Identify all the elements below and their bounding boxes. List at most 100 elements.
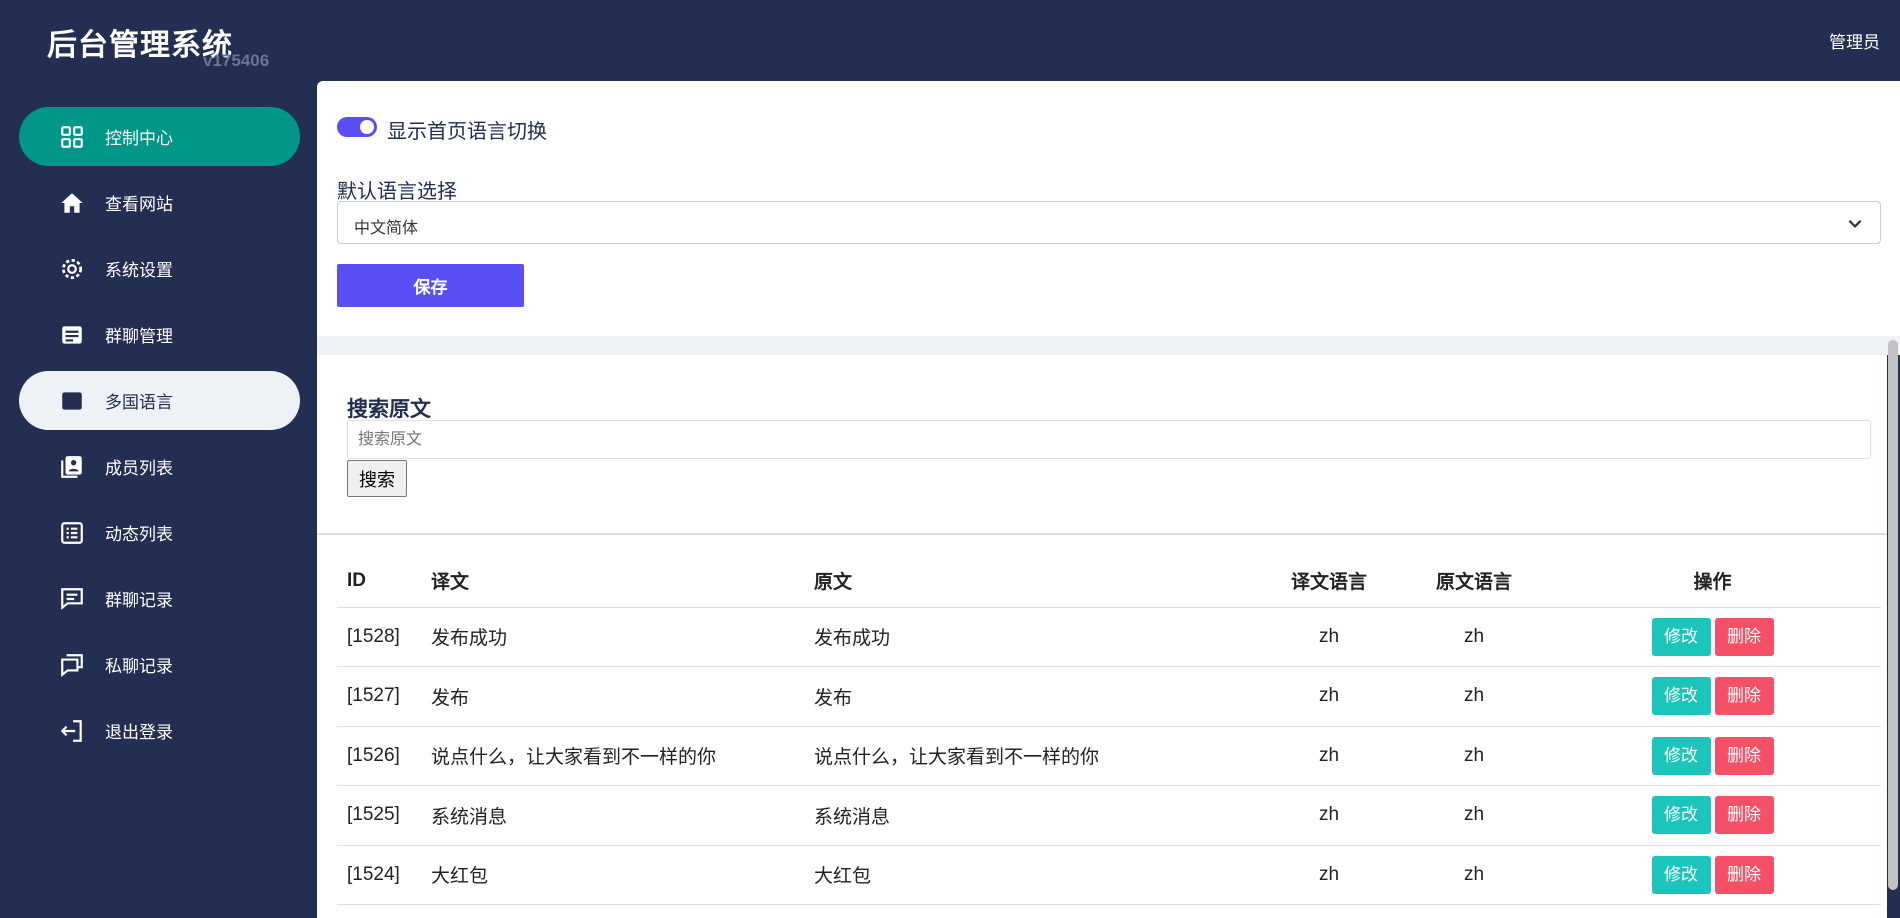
chats-icon [61, 653, 83, 677]
table-row: [1526] 说点什么，让大家看到不一样的你 说点什么，让大家看到不一样的你 zh zh… [337, 726, 1881, 786]
edit-button[interactable]: 修改 [1651, 736, 1711, 775]
cell-id: [1526] [337, 726, 431, 786]
cell-translation: 大红包 [431, 845, 814, 905]
sidebar-item-2[interactable]: 系统设置 [19, 239, 300, 298]
cell-original: 说点什么，让大家看到不一样的你 [814, 726, 1254, 786]
table-row: [1525] 系统消息 系统消息 zh zh 修改 删除 [337, 785, 1881, 846]
gear-icon [61, 258, 83, 279]
col-actions: 操作 [1544, 555, 1881, 608]
sidebar-item-0[interactable]: 控制中心 [19, 107, 300, 166]
delete-button[interactable]: 删除 [1714, 855, 1774, 894]
default-language-select[interactable]: 中文简体 [337, 201, 1881, 244]
document-icon [62, 325, 82, 344]
cell-id: [1527] [337, 666, 431, 727]
sidebar-item-label: 成员列表 [105, 459, 173, 478]
grid-icon [61, 125, 83, 148]
table-row: [1528] 发布成功 发布成功 zh zh 修改 删除 [337, 607, 1881, 667]
cell-original-lang: zh [1404, 666, 1544, 727]
col-original: 原文 [814, 555, 1254, 608]
scrollbar[interactable] [1888, 340, 1898, 890]
cell-translation: 说点什么，让大家看到不一样的你 [431, 726, 814, 786]
list-icon [61, 521, 83, 544]
delete-button[interactable]: 删除 [1714, 736, 1774, 775]
sidebar-item-5[interactable]: 成员列表 [19, 437, 300, 496]
cell-translation: 发布成功 [431, 607, 814, 667]
select-label: 默认语言选择 [337, 181, 457, 203]
user-menu[interactable]: 管理员 [1829, 28, 1880, 53]
edit-button[interactable]: 修改 [1651, 796, 1711, 835]
edit-button[interactable]: 修改 [1651, 677, 1711, 716]
cell-translation-lang: zh [1254, 785, 1404, 846]
chat-icon [61, 587, 83, 610]
col-id: ID [337, 555, 431, 608]
sidebar-item-label: 查看网站 [105, 195, 173, 214]
cell-actions: 修改 删除 [1544, 666, 1881, 727]
cell-original: 发布 [814, 666, 1254, 727]
cell-translation: 系统消息 [431, 785, 814, 846]
cell-id: [1528] [337, 607, 431, 667]
sidebar-item-label: 退出登录 [105, 723, 173, 742]
sidebar-item-1[interactable]: 查看网站 [19, 173, 300, 232]
sidebar-item-4[interactable]: 多国语言 [19, 371, 300, 430]
col-original-lang: 原文语言 [1404, 555, 1544, 608]
chevron-down-icon [1848, 219, 1862, 228]
delete-button[interactable]: 删除 [1714, 677, 1774, 716]
delete-button[interactable]: 删除 [1714, 796, 1774, 835]
translations-card: 搜索原文 搜索 ID 译文 原文 译文语言 原文语言 操作 [1528]发布成功… [317, 355, 1887, 918]
col-translation-lang: 译文语言 [1254, 555, 1404, 608]
cell-original: 发布成功 [814, 607, 1254, 667]
language-settings-card: 显示首页语言切换 默认语言选择 中文简体 保存 [317, 81, 1900, 336]
cell-original: 大红包 [814, 845, 1254, 905]
sidebar-item-7[interactable]: 群聊记录 [19, 569, 300, 628]
cell-actions: 修改 删除 [1544, 845, 1881, 905]
edit-button[interactable]: 修改 [1651, 855, 1711, 894]
delete-button[interactable]: 删除 [1714, 617, 1774, 656]
edit-button[interactable]: 修改 [1651, 617, 1711, 656]
search-input[interactable] [347, 420, 1871, 459]
sidebar-item-label: 多国语言 [105, 393, 173, 412]
cell-original-lang: zh [1404, 607, 1544, 667]
sidebar-item-label: 系统设置 [105, 261, 173, 280]
home-icon [61, 192, 83, 213]
cell-id: [1525] [337, 785, 431, 846]
cell-actions: 修改 删除 [1544, 785, 1881, 846]
translations-table: ID 译文 原文 译文语言 原文语言 操作 [1528] 发布成功 发布成功 zh zh… [337, 555, 1881, 905]
sidebar-item-label: 群聊管理 [105, 327, 173, 346]
app-version: v175406 [203, 51, 270, 70]
toggle-label: 显示首页语言切换 [387, 121, 547, 143]
contacts-icon [61, 455, 82, 478]
cell-translation: 发布 [431, 666, 814, 727]
cell-translation-lang: zh [1254, 607, 1404, 667]
cell-translation-lang: zh [1254, 666, 1404, 727]
sidebar-item-label: 私聊记录 [105, 657, 173, 676]
cell-original-lang: zh [1404, 845, 1544, 905]
cell-original-lang: zh [1404, 726, 1544, 786]
cell-actions: 修改 删除 [1544, 726, 1881, 786]
table-row: [1527] 发布 发布 zh zh 修改 删除 [337, 666, 1881, 727]
logout-icon [60, 719, 82, 742]
save-button[interactable]: 保存 [337, 264, 524, 307]
section-gap [317, 336, 1900, 355]
cell-translation-lang: zh [1254, 845, 1404, 905]
select-value: 中文简体 [354, 220, 419, 237]
sidebar-item-3[interactable]: 群聊管理 [19, 305, 300, 364]
sidebar-item-label: 群聊记录 [105, 591, 173, 610]
col-translation: 译文 [431, 555, 814, 608]
document-icon [62, 391, 82, 410]
table-row: [1524] 大红包 大红包 zh zh 修改 删除 [337, 845, 1881, 905]
divider [317, 533, 1887, 535]
cell-actions: 修改 删除 [1544, 607, 1881, 667]
search-heading: 搜索原文 [347, 398, 431, 421]
sidebar-item-label: 动态列表 [105, 525, 173, 544]
top-header: 后台管理系统 v175406 管理员 [0, 0, 1900, 81]
language-switch-toggle[interactable] [337, 117, 377, 137]
sidebar-item-8[interactable]: 私聊记录 [19, 635, 300, 694]
sidebar-item-6[interactable]: 动态列表 [19, 503, 300, 562]
cell-translation-lang: zh [1254, 726, 1404, 786]
search-button[interactable]: 搜索 [347, 460, 407, 497]
sidebar-item-9[interactable]: 退出登录 [19, 701, 300, 760]
cell-original-lang: zh [1404, 785, 1544, 846]
sidebar-item-label: 控制中心 [105, 129, 173, 148]
cell-id: [1524] [337, 845, 431, 905]
cell-original: 系统消息 [814, 785, 1254, 846]
